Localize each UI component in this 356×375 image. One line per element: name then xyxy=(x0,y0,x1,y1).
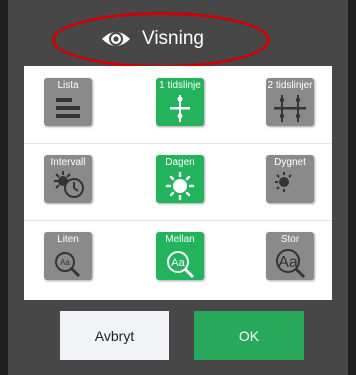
row-divider xyxy=(24,143,332,144)
text-size-glyph: Aa xyxy=(171,257,185,269)
magnifier-medium-text-icon: Aa xyxy=(167,251,195,279)
list-icon xyxy=(56,98,80,118)
text-size-glyph: Aa xyxy=(60,258,70,267)
highlight-annotation-oval xyxy=(52,12,270,68)
text-size-glyph: Aa xyxy=(278,254,298,271)
magnifier-large-text-icon: Aa xyxy=(276,249,306,279)
cancel-button[interactable]: Avbryt xyxy=(60,311,169,360)
sun-clock-icon xyxy=(54,171,84,198)
two-timelines-icon xyxy=(274,95,306,122)
sun-moon-icon xyxy=(275,172,302,198)
row-divider xyxy=(24,220,332,221)
option-dagen-button[interactable]: Dagen xyxy=(156,155,204,203)
option-stor-button[interactable]: Stor Aa xyxy=(266,232,314,280)
option-liten-button[interactable]: Liten Aa xyxy=(44,232,92,280)
option-1-tidslinje-button[interactable]: 1 tidslinje xyxy=(156,78,204,126)
view-settings-dialog: Visning Lista 1 tidslinje 2 tidslinjer I… xyxy=(8,0,348,375)
dialog-header: Visning xyxy=(8,0,348,68)
option-intervall-button[interactable]: Intervall xyxy=(44,155,92,203)
one-timeline-icon xyxy=(170,95,190,122)
option-mellan-button[interactable]: Mellan Aa xyxy=(156,232,204,280)
option-2-tidslinjer-button[interactable]: 2 tidslinjer xyxy=(266,78,314,126)
option-lista-button[interactable]: Lista xyxy=(44,78,92,126)
magnifier-small-text-icon: Aa xyxy=(55,252,81,278)
options-panel: Lista 1 tidslinje 2 tidslinjer Intervall… xyxy=(24,66,332,300)
sun-icon xyxy=(165,171,195,201)
option-dygnet-button[interactable]: Dygnet xyxy=(266,155,314,203)
ok-button[interactable]: OK xyxy=(194,311,304,360)
